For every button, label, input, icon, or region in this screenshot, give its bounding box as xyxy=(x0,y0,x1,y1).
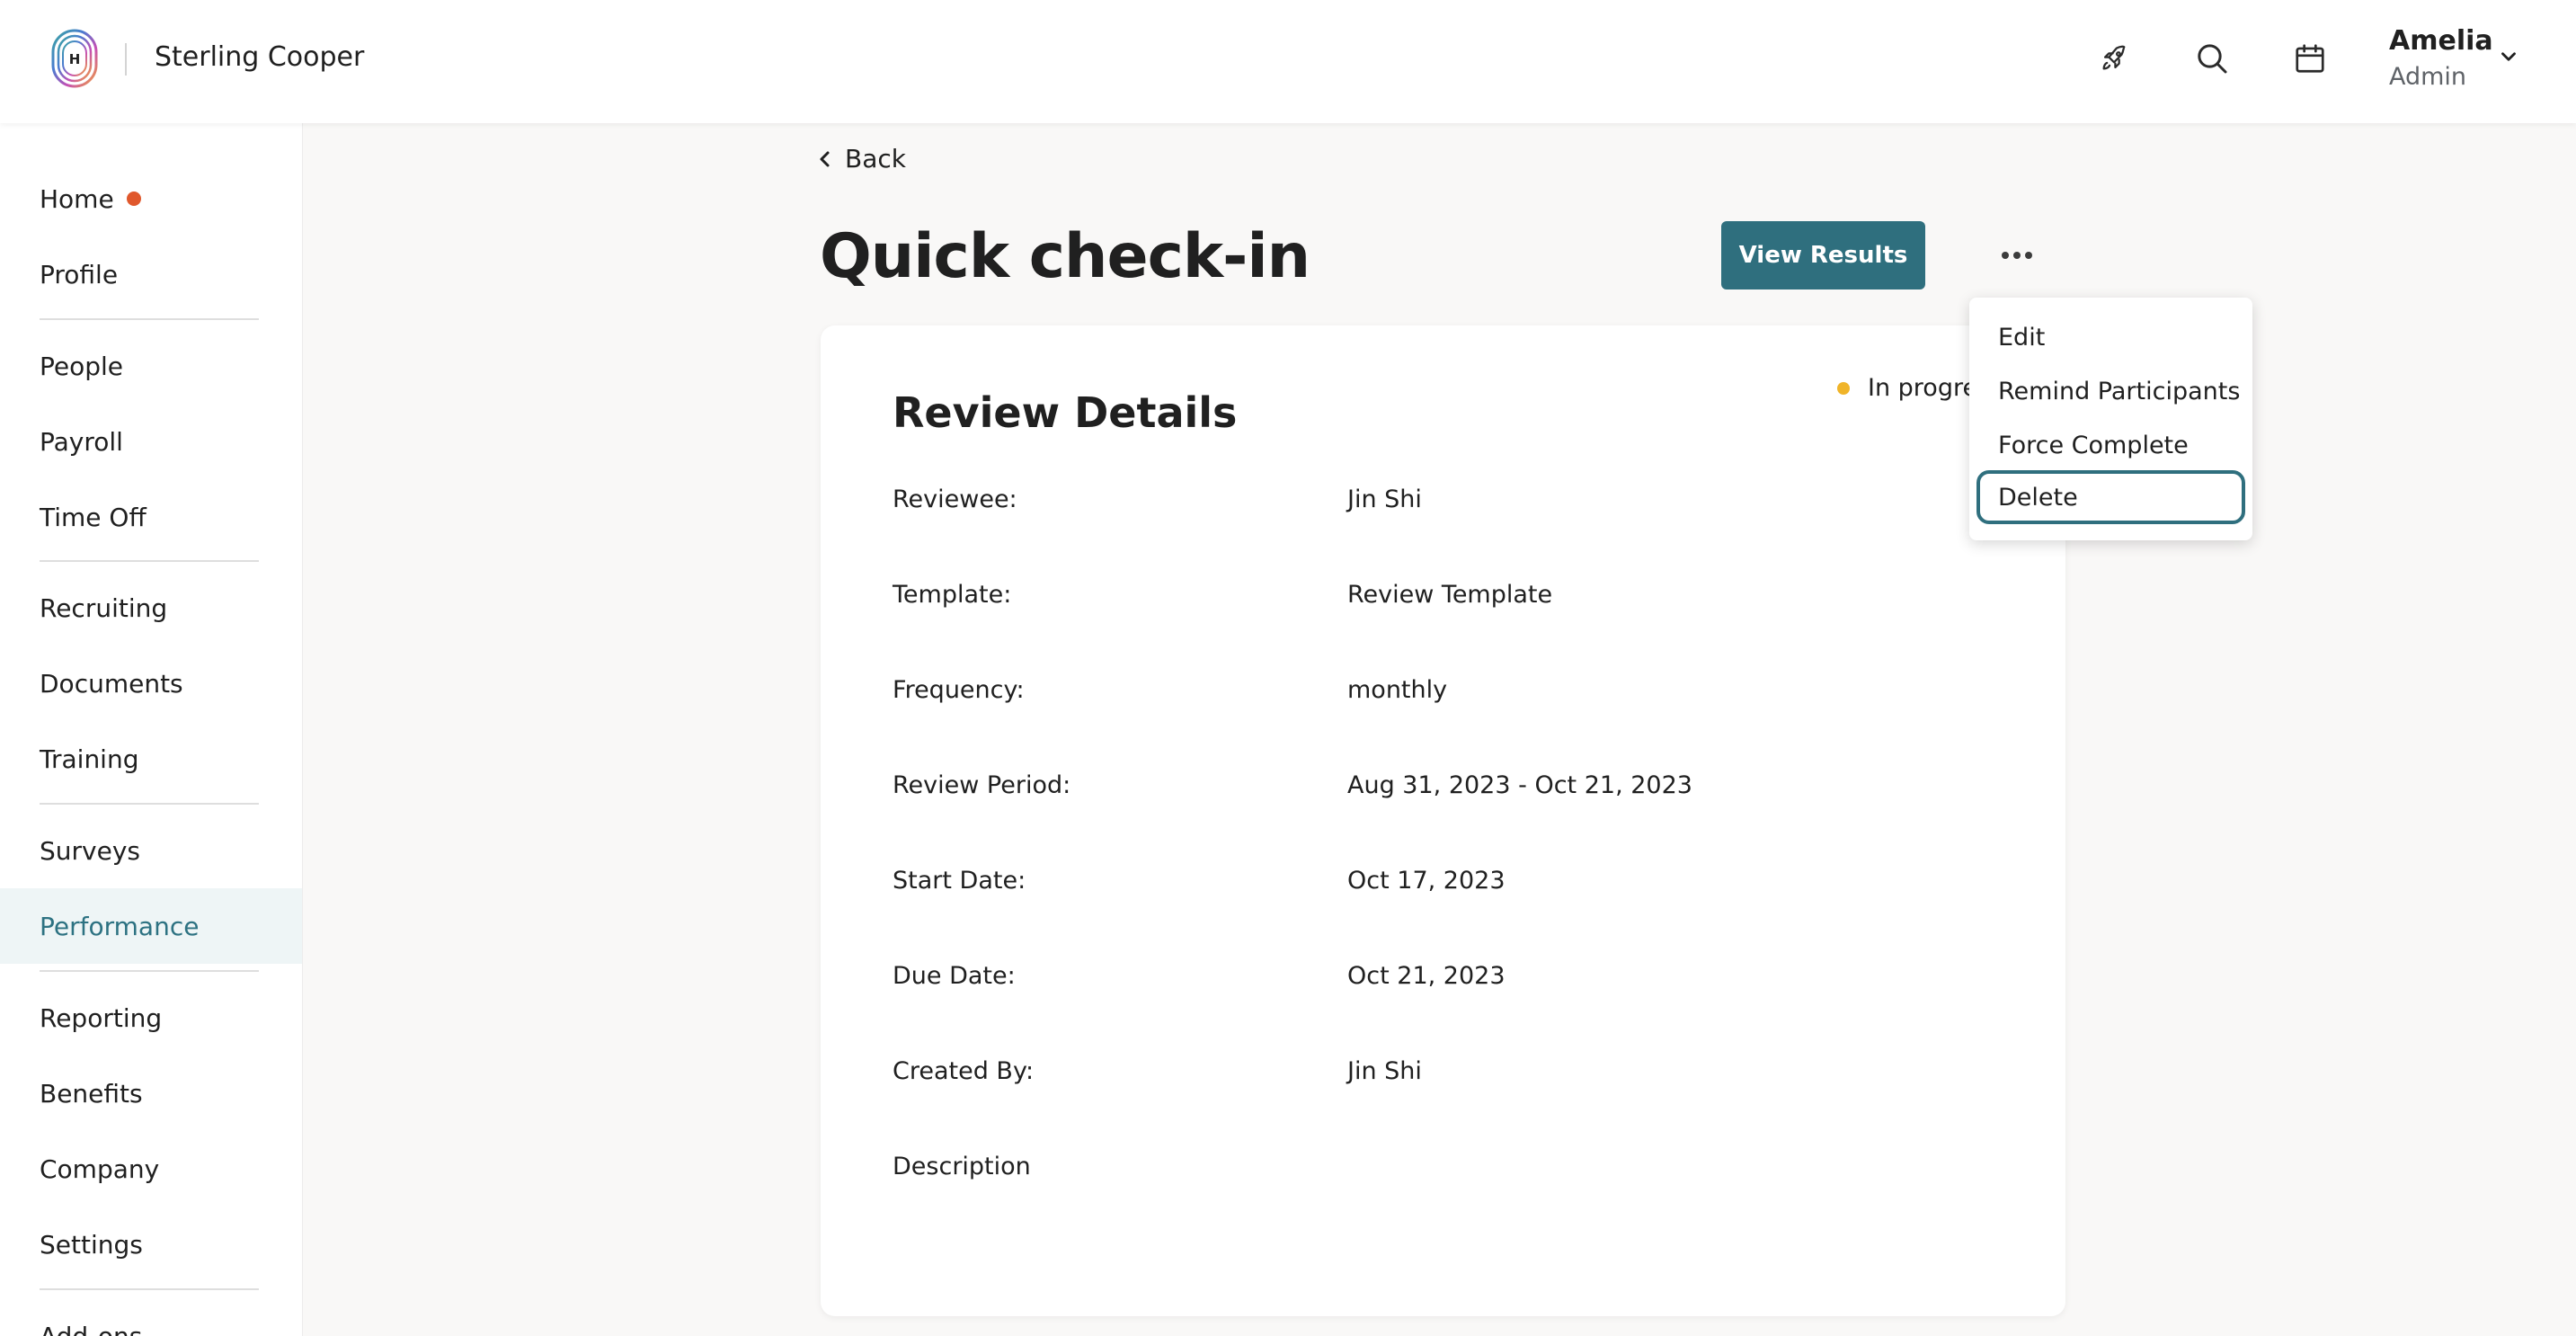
sidebar-divider xyxy=(40,560,259,562)
start-date-label: Start Date: xyxy=(893,867,1026,895)
description-label: Description xyxy=(893,1153,1031,1180)
page-title: Quick check-in xyxy=(820,221,1310,292)
sidebar-item-home[interactable]: Home xyxy=(0,161,302,236)
sidebar-item-label: Payroll xyxy=(40,426,123,457)
template-value: Review Template xyxy=(1347,581,1553,609)
calendar-icon[interactable] xyxy=(2287,36,2332,81)
template-label: Template: xyxy=(893,581,1012,609)
frequency-label: Frequency: xyxy=(893,676,1025,704)
chevron-down-icon[interactable] xyxy=(2497,45,2520,68)
menu-item-edit[interactable]: Edit xyxy=(1969,310,2252,364)
sidebar-item-people[interactable]: People xyxy=(0,328,302,404)
more-options-icon[interactable] xyxy=(1994,232,2040,279)
review-period-value: Aug 31, 2023 - Oct 21, 2023 xyxy=(1347,771,1692,799)
logo-divider xyxy=(125,43,127,76)
sidebar-item-label: Performance xyxy=(40,911,200,941)
top-bar: H Sterling Cooper Amelia Admin xyxy=(0,0,2576,123)
sidebar-item-profile[interactable]: Profile xyxy=(0,236,302,312)
svg-text:H: H xyxy=(69,51,81,67)
created-by-value: Jin Shi xyxy=(1347,1057,1422,1085)
company-name: Sterling Cooper xyxy=(155,41,365,73)
created-by-label: Created By: xyxy=(893,1057,1035,1085)
frequency-value: monthly xyxy=(1347,676,1448,704)
sidebar-item-add-ons[interactable]: Add-ons xyxy=(0,1298,302,1336)
sidebar-item-label: Recruiting xyxy=(40,592,168,623)
sidebar-item-label: Surveys xyxy=(40,835,140,866)
review-details-card: Review Details In progress Reviewee: Jin… xyxy=(821,325,2065,1316)
sidebar-item-surveys[interactable]: Surveys xyxy=(0,813,302,888)
sidebar-item-reporting[interactable]: Reporting xyxy=(0,980,302,1055)
search-icon[interactable] xyxy=(2190,36,2234,81)
sidebar-divider xyxy=(40,803,259,805)
view-results-button[interactable]: View Results xyxy=(1721,221,1925,289)
back-label: Back xyxy=(845,144,906,174)
sidebar-item-time-off[interactable]: Time Off xyxy=(0,479,302,555)
due-date-value: Oct 21, 2023 xyxy=(1347,962,1506,990)
card-title: Review Details xyxy=(893,388,1238,437)
sidebar-item-benefits[interactable]: Benefits xyxy=(0,1055,302,1131)
rocket-icon[interactable] xyxy=(2092,36,2136,81)
sidebar-item-label: People xyxy=(40,351,124,381)
sidebar-item-training[interactable]: Training xyxy=(0,721,302,797)
sidebar-item-label: Documents xyxy=(40,668,183,699)
user-role: Admin xyxy=(2389,63,2467,91)
menu-item-delete[interactable]: Delete xyxy=(1976,470,2245,524)
back-link[interactable]: Back xyxy=(818,144,906,174)
chevron-left-icon xyxy=(820,151,830,166)
sidebar-divider xyxy=(40,318,259,320)
sidebar: Home Profile People Payroll Time Off Rec… xyxy=(0,123,303,1336)
sidebar-item-payroll[interactable]: Payroll xyxy=(0,404,302,479)
status-dot xyxy=(1837,381,1850,395)
sidebar-item-performance[interactable]: Performance xyxy=(0,888,302,964)
sidebar-item-label: Settings xyxy=(40,1229,143,1260)
reviewee-value: Jin Shi xyxy=(1347,485,1422,513)
sidebar-item-label: Home xyxy=(40,183,114,214)
menu-item-force-complete[interactable]: Force Complete xyxy=(1969,418,2252,472)
review-period-label: Review Period: xyxy=(893,771,1071,799)
sidebar-item-documents[interactable]: Documents xyxy=(0,646,302,721)
due-date-label: Due Date: xyxy=(893,962,1016,990)
reviewee-label: Reviewee: xyxy=(893,485,1017,513)
sidebar-divider xyxy=(40,1288,259,1290)
sidebar-item-label: Training xyxy=(40,744,139,774)
sidebar-item-label: Profile xyxy=(40,259,119,289)
sidebar-item-label: Time Off xyxy=(40,502,147,532)
start-date-value: Oct 17, 2023 xyxy=(1347,867,1506,895)
sidebar-item-recruiting[interactable]: Recruiting xyxy=(0,570,302,646)
sidebar-item-label: Company xyxy=(40,1153,160,1184)
notification-dot xyxy=(126,191,141,206)
sidebar-item-label: Benefits xyxy=(40,1078,143,1109)
sidebar-item-label: Reporting xyxy=(40,1002,163,1033)
company-logo[interactable]: H xyxy=(51,29,98,88)
user-name[interactable]: Amelia xyxy=(2389,25,2493,57)
sidebar-item-settings[interactable]: Settings xyxy=(0,1207,302,1282)
sidebar-item-company[interactable]: Company xyxy=(0,1131,302,1207)
options-menu: Edit Remind Participants Force Complete … xyxy=(1969,298,2252,540)
sidebar-item-label: Add-ons xyxy=(40,1321,143,1336)
sidebar-divider xyxy=(40,970,259,972)
menu-item-remind-participants[interactable]: Remind Participants xyxy=(1969,364,2252,418)
